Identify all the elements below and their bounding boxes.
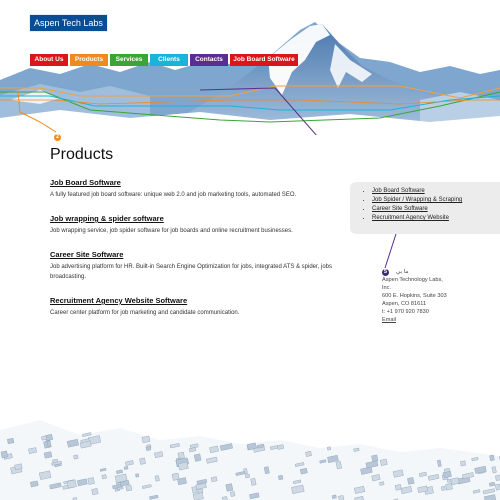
product-title-job-wrapping[interactable]: Job wrapping & spider software [50, 214, 335, 223]
product-description: Job advertising platform for HR. Built-i… [50, 264, 333, 280]
sidebar-link-recruitment-agency[interactable]: Recruitment Agency Website [372, 215, 449, 221]
sidebar-link-job-board[interactable]: Job Board Software [372, 188, 425, 194]
site-logo[interactable]: Aspen Tech Labs [29, 14, 108, 32]
contact-line: Aspen, CO 81611 [382, 301, 427, 307]
product-title-career-site[interactable]: Career Site Software [50, 250, 335, 259]
sidebar-link-list: Job Board Software Job Spider / Wrapping… [350, 182, 500, 223]
sidebar-links-box: Job Board Software Job Spider / Wrapping… [350, 182, 500, 234]
sidebar-item: Recruitment Agency Website [372, 214, 500, 223]
sidebar-item: Career Site Software [372, 205, 500, 214]
contact-heading: ما بي [396, 269, 409, 275]
product-description: Job wrapping service, job spider softwar… [50, 228, 293, 234]
product-title-job-board[interactable]: Job Board Software [50, 178, 335, 187]
product-item: Recruitment Agency Website Software Care… [50, 296, 335, 318]
products-list: Job Board Software A fully featured job … [50, 178, 335, 332]
sidebar-item: Job Spider / Wrapping & Scraping [372, 196, 500, 205]
page-title: Products [50, 146, 114, 163]
products-marker: 2 [54, 134, 61, 141]
nav-job-board-software[interactable]: Job Board Software [230, 54, 298, 66]
sidebar-item: Job Board Software [372, 187, 500, 196]
nav-contacts[interactable]: Contacts [190, 54, 228, 66]
product-item: Job wrapping & spider software Job wrapp… [50, 214, 335, 236]
email-link[interactable]: Email [382, 316, 447, 324]
nav-clients[interactable]: Clients [150, 54, 188, 66]
product-title-recruitment-agency[interactable]: Recruitment Agency Website Software [50, 296, 335, 305]
city-illustration [0, 420, 500, 500]
sidebar-link-job-spider[interactable]: Job Spider / Wrapping & Scraping [372, 197, 462, 203]
product-item: Career Site Software Job advertising pla… [50, 250, 335, 282]
product-description: A fully featured job board software: uni… [50, 192, 297, 198]
contact-connector [384, 234, 397, 269]
contact-line: t: +1 970 920 7830 [382, 309, 429, 315]
contact-block: ما بي Aspen Technology Labs, Inc. 600 E.… [382, 268, 447, 324]
nav-products[interactable]: Products [70, 54, 108, 66]
contact-line: Inc. [382, 285, 392, 291]
main-nav: About Us Products Services Clients Conta… [30, 54, 298, 66]
nav-services[interactable]: Services [110, 54, 148, 66]
product-item: Job Board Software A fully featured job … [50, 178, 335, 200]
contact-line: Aspen Technology Labs, [382, 277, 443, 283]
sidebar-link-career-site[interactable]: Career Site Software [372, 206, 428, 212]
product-description: Career center platform for job marketing… [50, 310, 240, 316]
nav-about-us[interactable]: About Us [30, 54, 68, 66]
contact-line: 600 E. Hopkins, Suite 303 [382, 293, 447, 299]
